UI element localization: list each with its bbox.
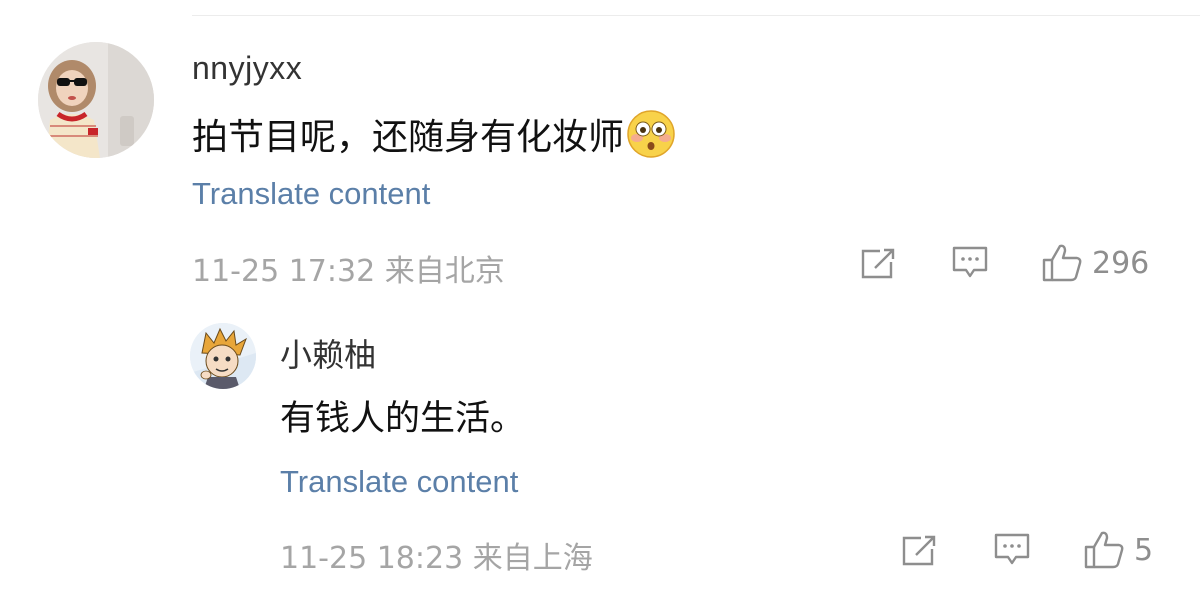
location: 来自上海: [472, 541, 593, 576]
share-icon: [902, 535, 936, 566]
share-button[interactable]: [899, 533, 939, 569]
comment-icon: [952, 246, 988, 278]
reply-meta: 11-25 18:23 来自上海: [280, 533, 593, 577]
thumbs-up-icon: [1042, 244, 1082, 282]
share-icon: [861, 248, 895, 279]
comment-icon: [994, 533, 1030, 565]
flushed-face-emoji: [627, 110, 675, 158]
comment-button[interactable]: [992, 531, 1032, 569]
avatar[interactable]: [190, 323, 256, 389]
comment-author[interactable]: nnyjyxx: [192, 50, 302, 87]
comment-button[interactable]: [950, 244, 990, 282]
reply-content: 有钱人的生活。: [280, 399, 526, 439]
like-count: 5: [1134, 532, 1154, 568]
comment-content: 拍节目呢，还随身有化妆师: [192, 108, 676, 160]
timestamp: 11-25 18:23: [280, 541, 464, 576]
like-button[interactable]: 296: [1040, 242, 1149, 284]
translate-content-link[interactable]: Translate content: [280, 464, 518, 500]
translate-content-link[interactable]: Translate content: [192, 176, 430, 212]
like-count: 296: [1092, 245, 1150, 281]
thumbs-up-icon: [1084, 531, 1124, 569]
location: 来自北京: [384, 254, 505, 289]
comment-text: 拍节目呢，还随身有化妆师: [192, 117, 625, 158]
avatar[interactable]: [38, 42, 154, 158]
reply-author[interactable]: 小赖柚: [280, 330, 376, 376]
share-button[interactable]: [858, 246, 898, 282]
divider: [192, 15, 1200, 16]
like-button[interactable]: 5: [1082, 529, 1153, 571]
comment-thread: nnyjyxx 拍节目呢，还随身有化妆师 Translate content 1…: [0, 0, 1200, 600]
comment-meta: 11-25 17:32 来自北京: [192, 246, 505, 290]
timestamp: 11-25 17:32: [192, 254, 376, 289]
